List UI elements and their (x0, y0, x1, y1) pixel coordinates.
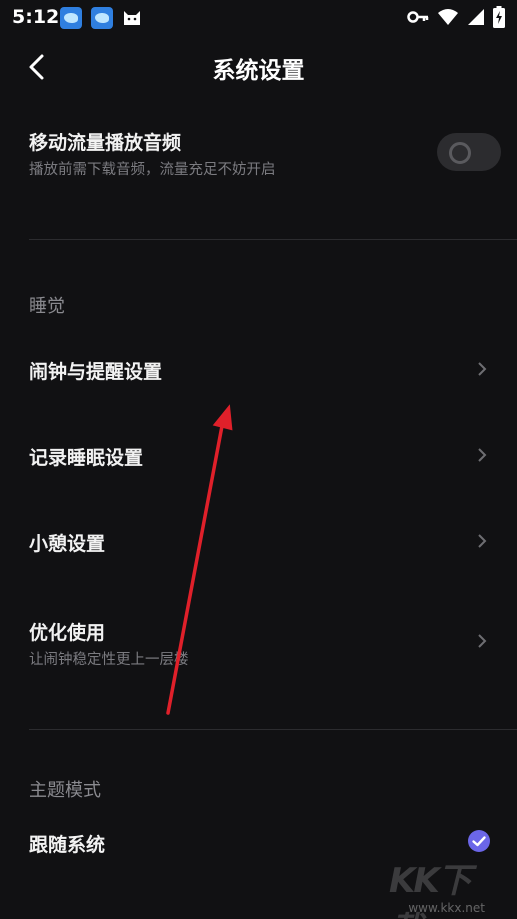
list-item-nap[interactable]: 小憩设置 (0, 508, 517, 578)
section-label-theme: 主题模式 (29, 780, 101, 801)
status-time: 5:12 (12, 6, 60, 28)
app-notification-icon (91, 7, 113, 29)
checkmark-circle-icon (468, 830, 490, 852)
key-icon (407, 11, 429, 23)
watermark-url: www.kkx.net (408, 901, 485, 915)
section-label-sleep: 睡觉 (29, 296, 65, 317)
system-status-icons (407, 6, 505, 28)
divider (29, 239, 517, 240)
top-app-bar: 系统设置 (0, 36, 517, 96)
setting-title: 优化使用 (29, 622, 106, 644)
list-item-optimize[interactable]: 优化使用 让闹钟稳定性更上一层楼 (0, 600, 517, 680)
cat-icon (124, 11, 140, 25)
wifi-icon (438, 9, 458, 25)
chevron-right-icon (478, 634, 487, 648)
signal-icon (468, 9, 484, 25)
chevron-right-icon (478, 534, 487, 548)
setting-title: 跟随系统 (29, 834, 106, 856)
battery-charging-icon (493, 6, 505, 28)
toggle-knob (449, 142, 471, 164)
setting-title: 移动流量播放音频 (29, 132, 182, 154)
divider (29, 729, 517, 730)
setting-title: 记录睡眠设置 (29, 447, 144, 469)
setting-subtitle: 让闹钟稳定性更上一层楼 (29, 652, 189, 668)
watermark: KK下载 www.kkx.net (389, 853, 509, 919)
setting-subtitle: 播放前需下载音频，流量充足不妨开启 (29, 162, 276, 178)
app-notification-icon (60, 7, 82, 29)
mobile-data-toggle[interactable] (437, 133, 501, 171)
page-title: 系统设置 (212, 58, 305, 84)
setting-title: 小憩设置 (29, 533, 106, 555)
list-item-alarm-reminder[interactable]: 闹钟与提醒设置 (0, 335, 517, 405)
list-item-sleep-record[interactable]: 记录睡眠设置 (0, 422, 517, 492)
chevron-right-icon (478, 362, 487, 376)
status-bar: 5:12 (0, 0, 517, 36)
setting-title: 闹钟与提醒设置 (29, 361, 163, 383)
chevron-right-icon (478, 448, 487, 462)
